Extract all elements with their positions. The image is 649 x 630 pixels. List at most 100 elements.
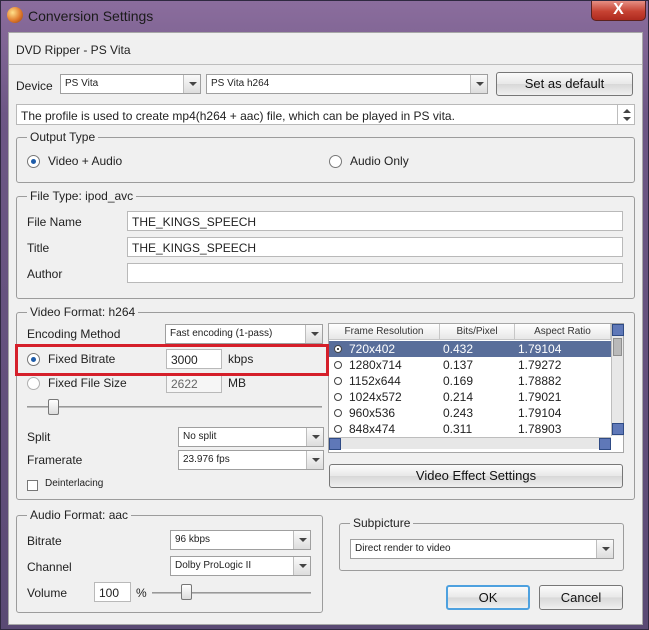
deinterlacing-label: Deinterlacing bbox=[45, 478, 104, 489]
aspect-ratio-cell: 1.78882 bbox=[518, 374, 562, 388]
audio-bitrate-value: 96 kbps bbox=[175, 534, 211, 545]
subpicture-group: Subpicture Direct render to video bbox=[339, 516, 624, 571]
audio-only-label: Audio Only bbox=[350, 154, 409, 168]
fixed-file-size-label: Fixed File Size bbox=[48, 376, 127, 390]
title-input[interactable]: THE_KINGS_SPEECH bbox=[127, 237, 623, 257]
output-type-legend: Output Type bbox=[27, 130, 99, 144]
deinterlacing-checkbox[interactable] bbox=[27, 480, 38, 491]
file-size-input[interactable]: 2622 bbox=[166, 373, 222, 393]
video-audio-label: Video + Audio bbox=[48, 154, 123, 168]
description-spinner[interactable] bbox=[617, 105, 634, 124]
bits-pixel-cell: 0.432 bbox=[443, 342, 474, 356]
row-radio-icon bbox=[334, 425, 342, 433]
close-button[interactable]: X bbox=[591, 1, 646, 21]
set-as-default-button[interactable]: Set as default bbox=[496, 72, 633, 96]
aspect-ratio-cell: 1.78903 bbox=[518, 422, 562, 436]
device-label: Device bbox=[16, 79, 53, 93]
column-header-aspect-ratio: Aspect Ratio bbox=[515, 324, 611, 339]
table-row[interactable]: 1152x644 0.169 1.78882 bbox=[329, 373, 611, 389]
file-size-slider-track[interactable] bbox=[27, 406, 322, 408]
file-name-label: File Name bbox=[27, 215, 82, 229]
resolution-cell: 720x402 bbox=[349, 342, 396, 356]
vertical-scroll-thumb[interactable] bbox=[613, 338, 622, 356]
header-divider bbox=[9, 64, 642, 65]
audio-only-radio[interactable] bbox=[329, 155, 342, 168]
subpicture-select[interactable]: Direct render to video bbox=[350, 539, 614, 559]
file-size-unit: MB bbox=[228, 376, 246, 390]
encoding-method-value: Fast encoding (1-pass) bbox=[170, 328, 273, 339]
author-label: Author bbox=[27, 267, 63, 281]
split-select[interactable]: No split bbox=[178, 427, 324, 447]
profile-select[interactable]: PS Vita h264 bbox=[206, 74, 488, 94]
profile-description: The profile is used to create mp4(h264 +… bbox=[16, 104, 635, 125]
row-radio-icon bbox=[334, 345, 342, 353]
horizontal-scrollbar[interactable] bbox=[329, 437, 611, 450]
scroll-right-icon[interactable] bbox=[599, 438, 611, 450]
conversion-settings-window: Conversion Settings X DVD Ripper - PS Vi… bbox=[0, 0, 649, 630]
video-effect-settings-button[interactable]: Video Effect Settings bbox=[329, 464, 623, 488]
scroll-up-icon[interactable] bbox=[612, 324, 624, 336]
resolution-cell: 1152x644 bbox=[349, 374, 401, 388]
device-value: PS Vita bbox=[65, 78, 99, 89]
table-row[interactable]: 1024x572 0.214 1.79021 bbox=[329, 389, 611, 405]
bits-pixel-cell: 0.311 bbox=[443, 422, 473, 436]
profile-description-text: The profile is used to create mp4(h264 +… bbox=[21, 109, 455, 123]
row-radio-icon bbox=[334, 409, 342, 417]
table-row[interactable]: 960x536 0.243 1.79104 bbox=[329, 405, 611, 421]
scroll-down-icon[interactable] bbox=[612, 423, 624, 435]
split-label: Split bbox=[27, 430, 51, 444]
fixed-bitrate-highlight bbox=[15, 344, 329, 376]
vertical-scrollbar[interactable] bbox=[611, 324, 624, 436]
volume-unit: % bbox=[136, 586, 147, 600]
scroll-left-icon[interactable] bbox=[329, 438, 341, 450]
file-size-slider-thumb[interactable] bbox=[48, 399, 59, 415]
channel-value: Dolby ProLogic II bbox=[175, 560, 252, 571]
window-title: Conversion Settings bbox=[28, 8, 154, 24]
volume-input[interactable]: 100 bbox=[94, 582, 131, 602]
bits-pixel-cell: 0.243 bbox=[443, 406, 474, 420]
column-header-bits-pixel: Bits/Pixel bbox=[440, 324, 515, 339]
ok-button[interactable]: OK bbox=[446, 585, 530, 610]
channel-select[interactable]: Dolby ProLogic II bbox=[170, 556, 311, 576]
encoding-method-select[interactable]: Fast encoding (1-pass) bbox=[165, 324, 323, 344]
app-icon bbox=[7, 7, 23, 23]
fixed-file-size-radio[interactable] bbox=[27, 377, 40, 390]
table-row[interactable]: 720x402 0.432 1.79104 bbox=[329, 341, 611, 357]
output-type-group: Output Type Video + Audio Audio Only bbox=[16, 130, 635, 183]
table-row[interactable]: 1280x714 0.137 1.79272 bbox=[329, 357, 611, 373]
file-name-input[interactable]: THE_KINGS_SPEECH bbox=[127, 211, 623, 231]
table-header: Frame Resolution Bits/Pixel Aspect Ratio bbox=[329, 324, 611, 340]
row-radio-icon bbox=[334, 377, 342, 385]
dialog-body: DVD Ripper - PS Vita Device PS Vita PS V… bbox=[8, 32, 643, 625]
encoding-method-label: Encoding Method bbox=[27, 327, 121, 341]
table-row[interactable]: 848x474 0.311 1.78903 bbox=[329, 421, 611, 436]
profile-name: DVD Ripper - PS Vita bbox=[16, 43, 131, 57]
audio-bitrate-label: Bitrate bbox=[27, 534, 62, 548]
volume-slider-track[interactable] bbox=[152, 592, 311, 594]
audio-bitrate-select[interactable]: 96 kbps bbox=[170, 530, 311, 550]
bits-pixel-cell: 0.137 bbox=[443, 358, 474, 372]
video-audio-radio[interactable] bbox=[27, 155, 40, 168]
resolution-cell: 1280x714 bbox=[349, 358, 402, 372]
frame-resolution-table: Frame Resolution Bits/Pixel Aspect Ratio… bbox=[328, 323, 624, 453]
volume-slider-thumb[interactable] bbox=[181, 584, 192, 600]
author-input[interactable] bbox=[127, 263, 623, 283]
audio-format-legend: Audio Format: aac bbox=[27, 508, 132, 522]
aspect-ratio-cell: 1.79021 bbox=[518, 390, 562, 404]
resolution-cell: 960x536 bbox=[349, 406, 396, 420]
bits-pixel-cell: 0.169 bbox=[443, 374, 474, 388]
row-radio-icon bbox=[334, 393, 342, 401]
framerate-select[interactable]: 23.976 fps bbox=[178, 450, 324, 470]
device-select[interactable]: PS Vita bbox=[60, 74, 201, 94]
resolution-cell: 848x474 bbox=[349, 422, 396, 436]
channel-label: Channel bbox=[27, 560, 72, 574]
cancel-button[interactable]: Cancel bbox=[539, 585, 623, 610]
column-header-resolution: Frame Resolution bbox=[329, 324, 440, 339]
dropdown-arrow-icon bbox=[293, 557, 310, 575]
dropdown-arrow-icon bbox=[470, 75, 487, 93]
subpicture-value: Direct render to video bbox=[355, 543, 451, 554]
bits-pixel-cell: 0.214 bbox=[443, 390, 474, 404]
aspect-ratio-cell: 1.79104 bbox=[518, 342, 562, 356]
dropdown-arrow-icon bbox=[305, 325, 322, 343]
split-value: No split bbox=[183, 431, 217, 442]
